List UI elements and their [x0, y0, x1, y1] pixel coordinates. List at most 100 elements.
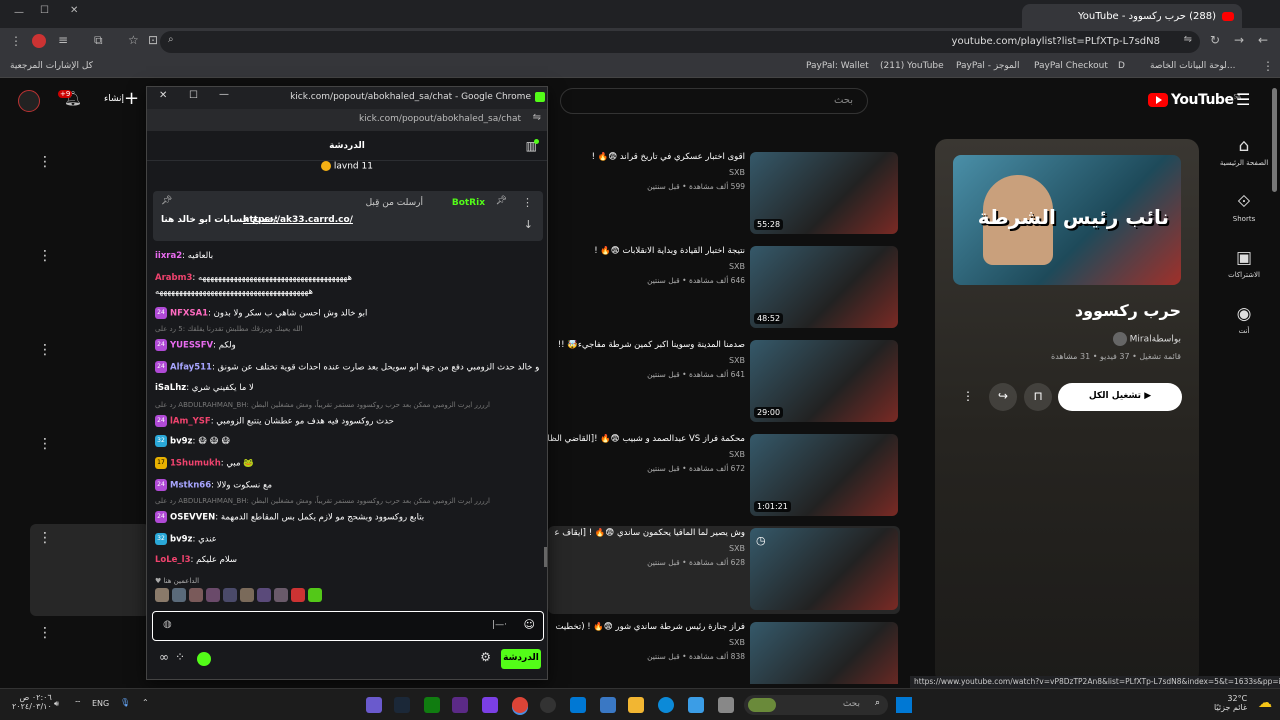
share-button[interactable]: ↪: [989, 383, 1017, 411]
supporter-avatar[interactable]: [274, 588, 288, 602]
chat-scrollbar[interactable]: [544, 547, 547, 567]
supporter-avatar[interactable]: [206, 588, 220, 602]
file-explorer-icon[interactable]: [628, 697, 644, 713]
send-chat-button[interactable]: الدردشة: [501, 649, 541, 669]
close-window-icon[interactable]: ✕: [70, 6, 78, 16]
bookmark-item[interactable]: PayPal - الموجز: [956, 61, 1020, 71]
chat-username[interactable]: NFXSA1: [170, 309, 208, 319]
kick-badge-icon[interactable]: [197, 652, 211, 666]
supporter-avatar[interactable]: [172, 588, 186, 602]
popup-url[interactable]: kick.com/popout/abokhaled_sa/chat: [359, 114, 521, 124]
zoom-icon[interactable]: ⌕: [168, 35, 174, 45]
video-title[interactable]: اقوى اختبار عسكري في تاريخ قراند 😨🔥 !: [555, 152, 745, 162]
video-thumbnail[interactable]: 48:52: [750, 246, 898, 328]
chat-username[interactable]: OSEVVEN: [170, 513, 215, 523]
chat-username[interactable]: Arabm3: [155, 273, 192, 283]
play-all-button[interactable]: تشغيل الكل ▶: [1058, 383, 1182, 411]
popup-close-icon[interactable]: ✕: [159, 91, 167, 101]
watch-later-icon[interactable]: ◷: [756, 534, 766, 547]
taskbar-app-icon[interactable]: [482, 697, 498, 713]
playlist-video-item[interactable]: 48:52 نتيجة اختبار القيادة وبداية الانقل…: [548, 244, 900, 332]
omnibox[interactable]: ⌕ youtube.com/playlist?list=PLfXTp-L7sdN…: [160, 31, 1200, 53]
nav-subscriptions[interactable]: ▣ الاشتراكات: [1214, 248, 1274, 279]
bookmark-item[interactable]: لوحة البيانات الخاصة...: [1150, 61, 1236, 71]
task-view-icon[interactable]: [718, 697, 734, 713]
extensions-icon[interactable]: ⧉: [94, 34, 103, 46]
bookmarks-more-icon[interactable]: ⋮: [1262, 60, 1274, 72]
emote-picker-icon[interactable]: ◍: [163, 620, 172, 630]
chat-username[interactable]: LoLe_l3: [155, 555, 191, 565]
supporter-avatar[interactable]: [240, 588, 254, 602]
supporter-avatar[interactable]: [291, 588, 305, 602]
bookmark-item[interactable]: PayPal Checkout: [1034, 61, 1108, 71]
create-plus-icon[interactable]: +: [124, 88, 139, 109]
video-channel[interactable]: SXB: [729, 356, 745, 365]
unpin-icon[interactable]: 📌︎: [496, 197, 507, 206]
nzxt-icon[interactable]: [452, 697, 468, 713]
pinned-more-icon[interactable]: ⋮: [522, 197, 533, 208]
reply-line[interactable]: رد على ABDULRAHMAN_BH: ارررر ايرت الزومب…: [155, 401, 490, 409]
all-bookmarks[interactable]: كل الإشارات المرجعية: [10, 61, 93, 71]
video-thumbnail[interactable]: 29:00: [750, 340, 898, 422]
supporter-avatar[interactable]: [155, 588, 169, 602]
hamburger-menu-icon[interactable]: ☰: [1236, 92, 1250, 108]
video-title[interactable]: نتيجة اختبار القيادة وبداية الانقلابات 😨…: [555, 246, 745, 256]
popup-maximize-icon[interactable]: ☐: [189, 91, 198, 101]
language-indicator[interactable]: ENG: [92, 699, 109, 708]
chat-message-input[interactable]: ◍ |—· ☺: [152, 611, 544, 641]
supporter-avatar[interactable]: [257, 588, 271, 602]
bookmark-item[interactable]: (211) YouTube: [880, 61, 944, 71]
popup-titlebar[interactable]: ✕ ☐ — kick.com/popout/abokhaled_sa/chat …: [147, 87, 547, 109]
playlist-video-item[interactable]: 1:01:21 محكمة فراز VS عبدالصمد و شبيب 😨🔥…: [545, 432, 900, 520]
account-avatar[interactable]: [18, 90, 40, 112]
weather-widget[interactable]: 32°C غائم جزئيًا: [1214, 694, 1247, 712]
video-thumbnail[interactable]: ◷: [750, 528, 898, 610]
taskbar-app-icon[interactable]: [540, 697, 556, 713]
emoji-icon[interactable]: ☺: [524, 619, 535, 630]
chat-username[interactable]: iixra2: [155, 251, 182, 261]
video-title[interactable]: محكمة فراز VS عبدالصمد و شبيب 😨🔥 ![القاض…: [545, 434, 745, 444]
menu-icon[interactable]: ⋮: [10, 35, 22, 47]
chat-username[interactable]: lAm_YSF: [170, 417, 211, 427]
video-thumbnail[interactable]: [750, 622, 898, 684]
reply-line[interactable]: رد على ABDULRAHMAN_BH: ارررر ايرت الزومب…: [155, 497, 490, 505]
video-title[interactable]: وش يصير لما المافيا يحكمون ساندي 😨🔥 ! [ا…: [555, 528, 745, 538]
tray-expand-icon[interactable]: ⌃: [142, 698, 149, 707]
clock[interactable]: ٠٢:٠٦ ص ٢٠٢٤/٠٣/١٠: [12, 693, 52, 711]
volume-icon[interactable]: 🔊︎: [54, 699, 59, 709]
settings-gear-icon[interactable]: ⚙: [480, 651, 491, 663]
video-channel[interactable]: SXB: [729, 544, 745, 553]
chat-username[interactable]: YUESSFV: [170, 341, 213, 351]
taskbar-app-icon[interactable]: [366, 697, 382, 713]
bookmark-item[interactable]: D: [1118, 61, 1125, 71]
pinned-user[interactable]: BotRix: [452, 198, 485, 208]
video-channel[interactable]: SXB: [729, 638, 745, 647]
youtube-logo[interactable]: YouTubeSA: [1148, 92, 1241, 108]
nav-home[interactable]: ⌂ الصفحة الرئيسية: [1214, 136, 1274, 167]
chat-username[interactable]: iSaLhz: [155, 383, 186, 393]
expand-pinned-icon[interactable]: ↓: [524, 219, 533, 230]
playlist-video-item[interactable]: 29:00 صدمنا المدينة وسوينا اكبر كمين شرط…: [548, 338, 900, 426]
mail-icon[interactable]: [570, 697, 586, 713]
pin-icon[interactable]: 📌︎: [161, 197, 172, 206]
nav-you[interactable]: ◉ أنت: [1214, 304, 1274, 335]
chat-username[interactable]: Mstkn66: [170, 481, 211, 491]
playlist-video-item[interactable]: 55:28 اقوى اختبار عسكري في تاريخ قراند 😨…: [548, 150, 900, 238]
copilot-icon[interactable]: [688, 697, 704, 713]
video-title[interactable]: صدمنا المدينة وسوينا اكبر كمين شرطة مفاج…: [555, 340, 745, 350]
store-icon[interactable]: [600, 697, 616, 713]
minimize-icon[interactable]: —: [14, 8, 24, 18]
supporter-avatar[interactable]: [308, 588, 322, 602]
video-menu-icon[interactable]: ⋮: [38, 154, 52, 170]
chat-username[interactable]: Alfay511: [170, 363, 212, 373]
microphone-icon[interactable]: 🎙︎: [120, 698, 130, 707]
popup-minimize-icon[interactable]: —: [219, 90, 229, 100]
create-label[interactable]: إنشاء: [104, 94, 124, 104]
save-playlist-button[interactable]: ⊓: [1024, 383, 1052, 411]
video-menu-icon[interactable]: ⋮: [38, 248, 52, 264]
video-channel[interactable]: SXB: [729, 450, 745, 459]
playlist-video-item[interactable]: فراز جنازة رئيس شرطة ساندي شور 😨🔥 ! (تخط…: [548, 620, 900, 684]
xbox-icon[interactable]: [424, 697, 440, 713]
dots-icon[interactable]: ⁘: [175, 651, 185, 663]
network-icon[interactable]: ⌔: [74, 699, 82, 709]
